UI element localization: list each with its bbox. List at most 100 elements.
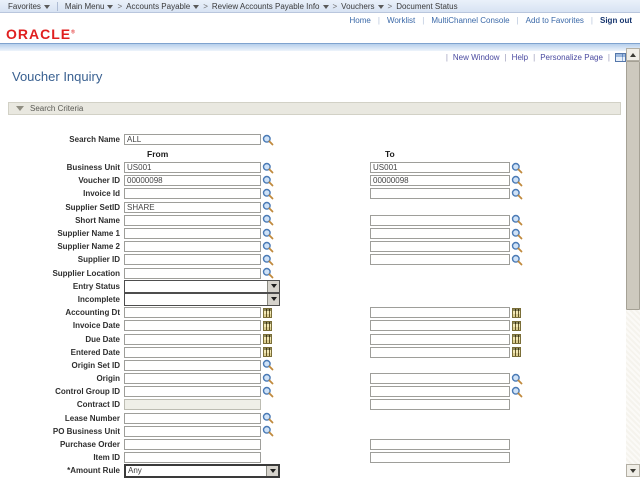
supplier-name-2-to-input[interactable]: [370, 241, 510, 252]
purchase-order-from-input[interactable]: [124, 439, 261, 450]
header-link-home[interactable]: Home: [350, 16, 371, 25]
entered-date-from-calendar-icon[interactable]: [263, 347, 272, 357]
invoice-date-from-calendar-icon[interactable]: [263, 321, 272, 331]
origin-from-input[interactable]: [124, 373, 261, 384]
origin-set-id-from-lookup-magnifier-icon[interactable]: [262, 359, 274, 371]
origin-set-id-from-input[interactable]: [124, 360, 261, 371]
business-unit-to-lookup-magnifier-icon[interactable]: [511, 162, 523, 174]
scrollbar-thumb[interactable]: [626, 61, 640, 310]
origin-to-lookup-magnifier-icon[interactable]: [511, 373, 523, 385]
entered-date-to-calendar-icon[interactable]: [512, 347, 521, 357]
form-row-invoice-id: Invoice Id: [0, 187, 523, 200]
accounting-dt-to-input[interactable]: [370, 307, 510, 318]
accounting-dt-from-calendar-icon[interactable]: [263, 308, 272, 318]
due-date-from-calendar-icon[interactable]: [263, 334, 272, 344]
supplier-name-1-from-lookup-magnifier-icon[interactable]: [262, 228, 274, 240]
header-link-add-to-favorites[interactable]: Add to Favorites: [526, 16, 584, 25]
supplier-id-to-input[interactable]: [370, 254, 510, 265]
short-name-from-lookup-magnifier-icon[interactable]: [262, 214, 274, 226]
accounting-dt-from-input[interactable]: [124, 307, 261, 318]
scroll-down-button[interactable]: [626, 464, 640, 477]
origin-to-input[interactable]: [370, 373, 510, 384]
invoice-date-from-input[interactable]: [124, 320, 261, 331]
supplier-id-from-input[interactable]: [124, 254, 261, 265]
short-name-to-input[interactable]: [370, 215, 510, 226]
supplier-name-2-from-lookup-magnifier-icon[interactable]: [262, 241, 274, 253]
amount-rule-from-select[interactable]: Any: [124, 464, 280, 478]
header-link-multichannel-console[interactable]: MultiChannel Console: [431, 16, 509, 25]
lease-number-from-lookup-magnifier-icon[interactable]: [262, 412, 274, 424]
entry-status-from-select[interactable]: [124, 280, 280, 293]
breadcrumb-item-favorites[interactable]: Favorites: [8, 2, 50, 11]
invoice-id-from-input[interactable]: [124, 188, 261, 199]
invoice-id-from-lookup-magnifier-icon[interactable]: [262, 188, 274, 200]
entered-date-to-input[interactable]: [370, 347, 510, 358]
dropdown-arrow-button[interactable]: [266, 466, 278, 476]
supplier-name-1-to-lookup-magnifier-icon[interactable]: [511, 228, 523, 240]
voucher-id-from-input[interactable]: [124, 175, 261, 186]
supplier-id-to-lookup-magnifier-icon[interactable]: [511, 254, 523, 266]
item-id-from-input[interactable]: [124, 452, 261, 463]
pagebar-link-new-window[interactable]: New Window: [453, 53, 500, 62]
entered-date-from-input[interactable]: [124, 347, 261, 358]
item-id-to-input[interactable]: [370, 452, 510, 463]
supplier-name-2-from-input[interactable]: [124, 241, 261, 252]
short-name-to-lookup-magnifier-icon[interactable]: [511, 214, 523, 226]
accounting-dt-to-calendar-icon[interactable]: [512, 308, 521, 318]
contract-id-to-input[interactable]: [370, 399, 510, 410]
po-business-unit-from-lookup-magnifier-icon[interactable]: [262, 425, 274, 437]
due-date-to-calendar-icon[interactable]: [512, 334, 521, 344]
contract-id-from-input[interactable]: [124, 399, 261, 410]
business-unit-from-lookup-magnifier-icon[interactable]: [262, 162, 274, 174]
voucher-id-to-lookup-magnifier-icon[interactable]: [511, 175, 523, 187]
voucher-id-to-input[interactable]: [370, 175, 510, 186]
origin-from-lookup-magnifier-icon[interactable]: [262, 373, 274, 385]
dropdown-arrow-button[interactable]: [267, 281, 279, 292]
breadcrumb-item-main-menu[interactable]: Main Menu: [65, 2, 114, 11]
sign-out-link[interactable]: Sign out: [600, 16, 632, 25]
control-group-id-to-input[interactable]: [370, 386, 510, 397]
breadcrumb-item-review-accounts-payable-info[interactable]: Review Accounts Payable Info: [212, 2, 329, 11]
voucher-id-from-lookup-magnifier-icon[interactable]: [262, 175, 274, 187]
dropdown-arrow-button[interactable]: [267, 294, 279, 305]
pagebar-link-personalize-page[interactable]: Personalize Page: [540, 53, 603, 62]
contract-id-from-cell: [124, 399, 370, 410]
breadcrumb-item-accounts-payable[interactable]: Accounts Payable: [126, 2, 199, 11]
header-link-worklist[interactable]: Worklist: [387, 16, 415, 25]
breadcrumb-item-document-status[interactable]: Document Status: [396, 2, 457, 11]
control-group-id-from-lookup-magnifier-icon[interactable]: [262, 386, 274, 398]
search-name-row: Search Name: [0, 133, 274, 146]
lease-number-from-input[interactable]: [124, 413, 261, 424]
supplier-location-from-lookup-magnifier-icon[interactable]: [262, 267, 274, 279]
control-group-id-to-lookup-magnifier-icon[interactable]: [511, 386, 523, 398]
po-business-unit-from-input[interactable]: [124, 426, 261, 437]
invoice-id-to-input[interactable]: [370, 188, 510, 199]
supplier-setid-from-input[interactable]: [124, 202, 261, 213]
control-group-id-from-input[interactable]: [124, 386, 261, 397]
business-unit-to-input[interactable]: [370, 162, 510, 173]
invoice-id-to-lookup-magnifier-icon[interactable]: [511, 188, 523, 200]
purchase-order-to-input[interactable]: [370, 439, 510, 450]
supplier-id-from-lookup-magnifier-icon[interactable]: [262, 254, 274, 266]
supplier-name-2-to-lookup-magnifier-icon[interactable]: [511, 241, 523, 253]
supplier-name-1-from-input[interactable]: [124, 228, 261, 239]
invoice-date-to-calendar-icon[interactable]: [512, 321, 521, 331]
invoice-date-to-input[interactable]: [370, 320, 510, 331]
scroll-up-button[interactable]: [626, 48, 640, 61]
breadcrumb-item-vouchers[interactable]: Vouchers: [341, 2, 383, 11]
business-unit-from-input[interactable]: [124, 162, 261, 173]
vertical-scrollbar[interactable]: [626, 48, 640, 477]
supplier-location-from-input[interactable]: [124, 268, 261, 279]
accounting-dt-from-cell: [124, 307, 370, 318]
search-name-lookup-magnifier-icon[interactable]: [262, 134, 274, 146]
supplier-setid-from-lookup-magnifier-icon[interactable]: [262, 201, 274, 213]
due-date-to-input[interactable]: [370, 334, 510, 345]
incomplete-from-select[interactable]: [124, 293, 280, 306]
personalize-layout-grid-icon[interactable]: [615, 53, 626, 62]
supplier-name-1-to-input[interactable]: [370, 228, 510, 239]
search-name-input[interactable]: [124, 134, 261, 145]
pagebar-link-help[interactable]: Help: [512, 53, 528, 62]
due-date-from-input[interactable]: [124, 334, 261, 345]
search-criteria-section-header[interactable]: Search Criteria: [8, 102, 621, 115]
short-name-from-input[interactable]: [124, 215, 261, 226]
